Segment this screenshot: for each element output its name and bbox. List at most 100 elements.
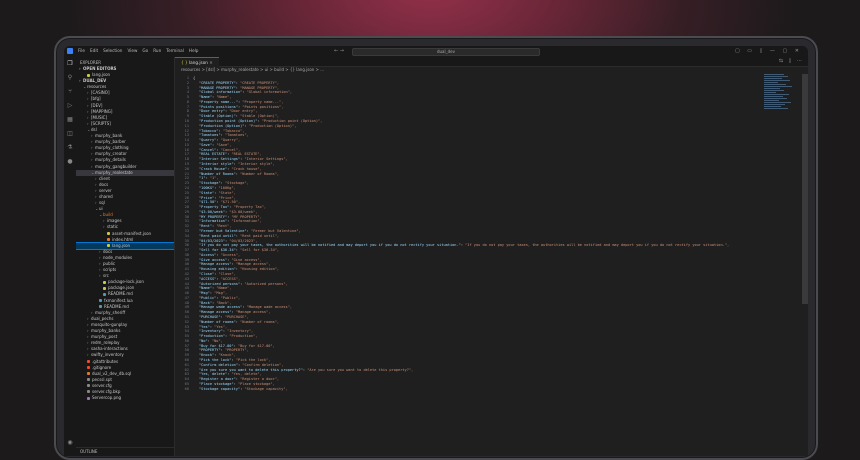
- breadcrumb[interactable]: resources > [dsl] > murphy_realestate > …: [181, 67, 324, 73]
- code-line[interactable]: "CREATE PROPERTY": "CREATE PROPERTY",: [199, 81, 279, 85]
- code-line[interactable]: "Information": "Information",: [199, 219, 262, 223]
- menu-item-terminal[interactable]: Terminal: [166, 47, 184, 55]
- json-value: "Yes, delete",: [231, 372, 262, 377]
- code-line[interactable]: "Quarry": "Quarry",: [199, 138, 240, 142]
- code-line[interactable]: "PURCHASE": "PURCHASE",: [199, 315, 249, 319]
- menu-item-help[interactable]: Help: [189, 47, 199, 55]
- run-debug-icon[interactable]: ▷: [67, 103, 73, 109]
- code-line[interactable]: "Pick the lock": "Pick the lock",: [199, 358, 270, 362]
- code-line[interactable]: "04/03/2023": "04/03/2023",: [199, 239, 257, 243]
- code-line[interactable]: "Manage access": "Manage access",: [199, 310, 270, 314]
- code-line[interactable]: "Rent": "Rent",: [199, 224, 231, 228]
- code-line[interactable]: "Number of Rooms": "Number of Rooms",: [199, 172, 279, 176]
- code-line[interactable]: "Inventory": "Inventory",: [199, 329, 253, 333]
- code-line[interactable]: "MANAGE PROPERTY": "MANAGE PROPERTY",: [199, 86, 279, 90]
- code-line[interactable]: "Stockage": "Stockage",: [199, 181, 249, 185]
- extensions-icon[interactable]: ▦: [67, 117, 73, 123]
- code-line[interactable]: "Msg": "Msg",: [199, 291, 227, 295]
- code-line[interactable]: "Price": "Price",: [199, 196, 236, 200]
- code-line[interactable]: "Fermer but Valentine": "Fermer but Vale…: [199, 229, 301, 233]
- code-line[interactable]: "Back": "Back",: [199, 301, 231, 305]
- tree-item-label: .gitignore: [92, 364, 112, 370]
- code-line[interactable]: "Number of rooms": "Number of rooms",: [199, 320, 279, 324]
- json-value: "ACCESS",: [220, 276, 241, 281]
- code-line[interactable]: "Manage access": "Manage access",: [199, 262, 270, 266]
- code-line[interactable]: "Tomatoes": "Tomatoes",: [199, 133, 249, 137]
- menu-item-edit[interactable]: Edit: [90, 47, 98, 55]
- code-line[interactable]: "PROPERTY": "PROPERTY",: [199, 348, 249, 352]
- code-line[interactable]: "Register a door": "Register a door",: [199, 377, 279, 381]
- code-line[interactable]: "Stockage capacity": "Stockage capacity"…: [199, 387, 288, 391]
- code-line[interactable]: "Name": "Name",: [199, 95, 231, 99]
- code-line[interactable]: "Rent paid until": "Rent paid until",: [199, 234, 279, 238]
- code-line[interactable]: "Are you sure you want to delete this pr…: [199, 368, 413, 372]
- code-line[interactable]: "ACCESS": "ACCESS",: [199, 277, 240, 281]
- editor-actions-icon[interactable]: ⇆ ▯ ⋯: [779, 57, 804, 66]
- code-line[interactable]: "Yes, delete": "Yes, delete",: [199, 372, 262, 376]
- menu-item-view[interactable]: View: [127, 47, 137, 55]
- line-number: 12: [184, 128, 189, 133]
- code-line[interactable]: "State": "State",: [199, 191, 236, 195]
- tree-file[interactable]: Servercop.png: [76, 395, 174, 401]
- code-line[interactable]: "Yes": "Yes",: [199, 325, 227, 329]
- explorer-icon[interactable]: ❐: [67, 61, 73, 67]
- code-line[interactable]: "Housing edition": "Housing edition",: [199, 267, 279, 271]
- code-line[interactable]: "Door entry": "Door entry",: [199, 109, 257, 113]
- code-line[interactable]: "Close": "Close",: [199, 272, 236, 276]
- code-line[interactable]: "Place stockage": "Place stockage",: [199, 382, 275, 386]
- code-line[interactable]: "MY PROPERTY": "MY PROPERTY",: [199, 215, 262, 219]
- code-line[interactable]: "Save": "Save",: [199, 143, 231, 147]
- code-line[interactable]: "No": "No",: [199, 339, 223, 343]
- code-line[interactable]: "Production point (Option)": "Production…: [199, 119, 322, 123]
- code-line[interactable]: "Tobacco": "Tobacco",: [199, 129, 244, 133]
- menu-item-run[interactable]: Run: [153, 47, 161, 55]
- command-center-search[interactable]: dual_dev: [352, 48, 540, 56]
- search-icon[interactable]: ⚲: [67, 75, 73, 81]
- code-line[interactable]: "Stable (Option)": "Stable (Option)",: [199, 114, 279, 118]
- code-line[interactable]: "Interior style": "Interior style",: [199, 162, 275, 166]
- code-line[interactable]: "$71.50": "$71.50",: [199, 200, 240, 204]
- menu-item-file[interactable]: File: [78, 47, 85, 55]
- nav-arrows-icon[interactable]: ← →: [334, 47, 344, 55]
- testing-icon[interactable]: ⚗: [67, 145, 73, 151]
- code-line[interactable]: "REAL ESTATE": "REAL ESTATE",: [199, 152, 262, 156]
- outline-section[interactable]: OUTLINE: [76, 447, 174, 456]
- code-line[interactable]: "Buy for $17.00": "Buy for $17.00",: [199, 344, 275, 348]
- code-line[interactable]: "Manage wade access": "Manage wade acces…: [199, 305, 292, 309]
- code-line[interactable]: "$3.00/week": "$3.00/week",: [199, 210, 257, 214]
- close-tab-icon[interactable]: ✕: [209, 60, 213, 65]
- code-line[interactable]: "Name": "Name",: [199, 286, 231, 290]
- code-line[interactable]: "Crack House": "Crack house",: [199, 167, 262, 171]
- code-line[interactable]: "Autorized persons": "Autorized persons"…: [199, 282, 288, 286]
- remote-icon[interactable]: ◫: [67, 131, 73, 137]
- code-line[interactable]: "Interior Settings": "Interior Settings"…: [199, 157, 288, 161]
- code-line[interactable]: "Public": "Public",: [199, 296, 240, 300]
- code-line[interactable]: "Property name...": "Property name...",: [199, 100, 283, 104]
- code-line[interactable]: "1": "1",: [199, 176, 218, 180]
- tab-lang-json[interactable]: { } lang.json ✕: [175, 57, 219, 67]
- minimap[interactable]: [764, 74, 794, 134]
- code-view[interactable]: 1 {2 "CREATE PROPERTY": "CREATE PROPERTY",…: [175, 74, 775, 456]
- code-line[interactable]: "Access": "Access",: [199, 253, 240, 257]
- code-line[interactable]: "100KG": "100Kg",: [199, 186, 236, 190]
- code-line[interactable]: "Production (Option)": "Production (Opti…: [199, 124, 296, 128]
- scrollbar-thumb[interactable]: [802, 74, 808, 304]
- code-line[interactable]: "Points positions": "Points positions",: [199, 105, 283, 109]
- account-icon[interactable]: ◉: [67, 440, 73, 446]
- line-number: 32: [184, 224, 189, 229]
- code-line[interactable]: "Production": "Production",: [199, 334, 257, 338]
- code-line[interactable]: "Knock": "Knock",: [199, 353, 236, 357]
- code-line[interactable]: "Give access": "Give access",: [199, 258, 262, 262]
- code-line[interactable]: "Confirm deletion": "Confirm deletion",: [199, 363, 283, 367]
- layout-controls-icon[interactable]: ▢ ▭ ▯ — ▢ ✕: [735, 47, 802, 55]
- code-line[interactable]: "Cancel": "Cancel",: [199, 148, 240, 152]
- code-line[interactable]: "If you do not pay your taxes, the autho…: [199, 243, 729, 247]
- menu-item-selection[interactable]: Selection: [103, 47, 122, 55]
- code-line[interactable]: {: [193, 76, 195, 80]
- code-line[interactable]: "Property Tax": "Property Tax",: [199, 205, 266, 209]
- github-icon[interactable]: ●: [67, 159, 73, 165]
- code-line[interactable]: "Sell for $36.34": "Sell for $36.34",: [199, 248, 279, 252]
- menu-item-go[interactable]: Go: [142, 47, 148, 55]
- code-line[interactable]: "Global information": "Global informatio…: [199, 90, 292, 94]
- source-control-icon[interactable]: ⑂: [67, 89, 73, 95]
